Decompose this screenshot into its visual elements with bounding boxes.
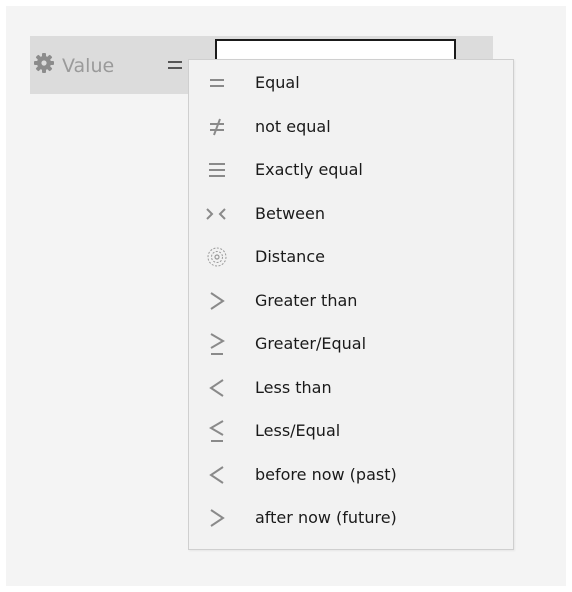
menu-item-label: not equal — [255, 117, 331, 136]
not-equal-icon — [201, 114, 231, 140]
equal-icon-top-bar — [168, 61, 182, 63]
greater-equal-icon — [201, 331, 231, 357]
menu-item-greater-equal[interactable]: Greater/Equal — [189, 323, 513, 365]
menu-item-label: Less than — [255, 378, 332, 397]
menu-item-greater-than[interactable]: Greater than — [189, 280, 513, 322]
menu-item-label: before now (past) — [255, 465, 397, 484]
menu-item-exactly-equal[interactable]: Exactly equal — [189, 149, 513, 191]
menu-item-label: Greater than — [255, 291, 358, 310]
after-now-icon — [201, 505, 231, 531]
menu-item-less-equal[interactable]: Less/Equal — [189, 410, 513, 452]
menu-item-label: Greater/Equal — [255, 334, 367, 353]
menu-item-distance[interactable]: Distance — [189, 236, 513, 278]
operator-button[interactable] — [168, 60, 185, 72]
menu-item-label: Less/Equal — [255, 421, 341, 440]
field-label: Value — [62, 55, 115, 77]
greater-than-icon — [201, 288, 231, 314]
menu-item-label: Exactly equal — [255, 160, 363, 179]
before-now-icon — [201, 462, 231, 488]
menu-item-equal[interactable]: Equal — [189, 62, 513, 104]
menu-item-label: after now (future) — [255, 508, 397, 527]
operator-dropdown: Equal not equal Exactly equal Between Di… — [188, 59, 514, 550]
menu-item-between[interactable]: Between — [189, 193, 513, 235]
menu-item-label: Between — [255, 204, 326, 223]
menu-item-after-now[interactable]: after now (future) — [189, 497, 513, 539]
menu-item-not-equal[interactable]: not equal — [189, 106, 513, 148]
between-icon — [201, 201, 231, 227]
value-input[interactable] — [215, 39, 456, 61]
exactly-equal-icon — [201, 157, 231, 183]
menu-item-label: Distance — [255, 247, 325, 266]
menu-item-before-now[interactable]: before now (past) — [189, 454, 513, 496]
distance-icon — [201, 244, 231, 270]
equal-icon-bottom-bar — [168, 67, 182, 69]
less-equal-icon — [201, 418, 231, 444]
gear-icon[interactable] — [34, 53, 54, 73]
equal-icon — [201, 70, 231, 96]
less-than-icon — [201, 375, 231, 401]
menu-item-label: Equal — [255, 73, 300, 92]
menu-item-less-than[interactable]: Less than — [189, 367, 513, 409]
